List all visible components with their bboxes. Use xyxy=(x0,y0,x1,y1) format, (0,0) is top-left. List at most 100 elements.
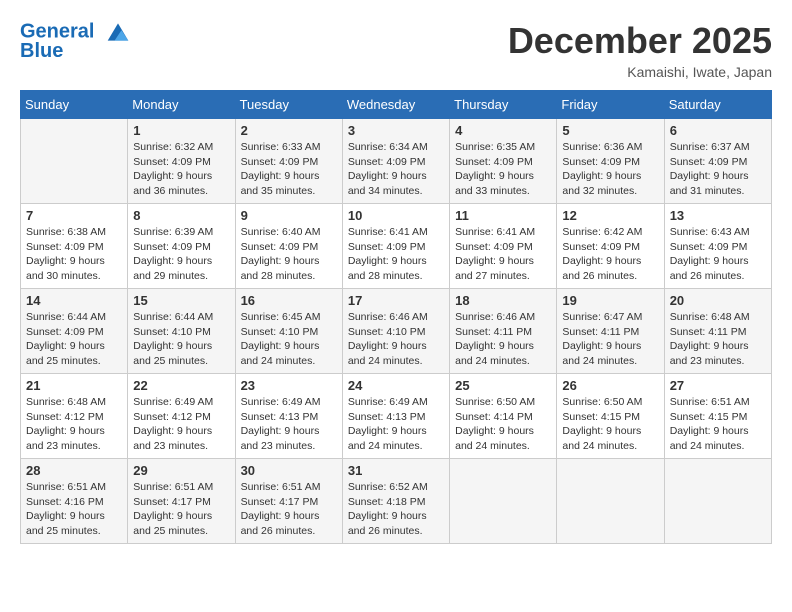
calendar-cell: 24Sunrise: 6:49 AM Sunset: 4:13 PM Dayli… xyxy=(342,374,449,459)
calendar-cell: 11 Sunrise: 6:41 AM Sunset: 4:09 PM Dayli… xyxy=(450,204,557,289)
day-info: Sunrise: 6:37 AM Sunset: 4:09 PM Dayligh… xyxy=(670,140,766,199)
day-info: Sunrise: 6:48 AM Sunset: 4:12 PM Dayligh… xyxy=(26,395,122,454)
calendar-cell: 10 Sunrise: 6:41 AM Sunset: 4:09 PM Dayli… xyxy=(342,204,449,289)
calendar-cell: 16 Sunrise: 6:45 AM Sunset: 4:10 PM Dayli… xyxy=(235,289,342,374)
day-info: Sunrise: 6:41 AM Sunset: 4:09 PM Dayligh… xyxy=(455,225,551,284)
day-number: 17 xyxy=(348,293,444,308)
calendar-cell: 13 Sunrise: 6:43 AM Sunset: 4:09 PM Dayli… xyxy=(664,204,771,289)
calendar-cell: 3 Sunrise: 6:34 AM Sunset: 4:09 PM Daylig… xyxy=(342,119,449,204)
day-number: 14 xyxy=(26,293,122,308)
day-number: 24 xyxy=(348,378,444,393)
day-info: Sunrise: 6:46 AM Sunset: 4:10 PM Dayligh… xyxy=(348,310,444,369)
day-number: 29 xyxy=(133,463,229,478)
calendar-cell: 15 Sunrise: 6:44 AM Sunset: 4:10 PM Dayli… xyxy=(128,289,235,374)
calendar-cell: 31 Sunrise: 6:52 AM Sunset: 4:18 PM Dayli… xyxy=(342,459,449,544)
page-header: General Blue December 2025 Kamaishi, Iwa… xyxy=(20,20,772,80)
calendar-cell: 5Sunrise: 6:36 AM Sunset: 4:09 PM Daylig… xyxy=(557,119,664,204)
day-number: 19 xyxy=(562,293,658,308)
title-block: December 2025 Kamaishi, Iwate, Japan xyxy=(508,20,772,80)
day-number: 11 xyxy=(455,208,551,223)
weekday-header-tuesday: Tuesday xyxy=(235,91,342,119)
day-number: 6 xyxy=(670,123,766,138)
day-number: 2 xyxy=(241,123,337,138)
day-number: 26 xyxy=(562,378,658,393)
day-info: Sunrise: 6:44 AM Sunset: 4:10 PM Dayligh… xyxy=(133,310,229,369)
calendar-cell: 26 Sunrise: 6:50 AM Sunset: 4:15 PM Dayli… xyxy=(557,374,664,459)
calendar-cell: 19 Sunrise: 6:47 AM Sunset: 4:11 PM Dayli… xyxy=(557,289,664,374)
day-info: Sunrise: 6:48 AM Sunset: 4:11 PM Dayligh… xyxy=(670,310,766,369)
calendar-cell: 12Sunrise: 6:42 AM Sunset: 4:09 PM Dayli… xyxy=(557,204,664,289)
calendar-cell xyxy=(450,459,557,544)
day-number: 30 xyxy=(241,463,337,478)
day-info: Sunrise: 6:50 AM Sunset: 4:15 PM Dayligh… xyxy=(562,395,658,454)
day-number: 8 xyxy=(133,208,229,223)
month-title: December 2025 xyxy=(508,20,772,62)
day-info: Sunrise: 6:34 AM Sunset: 4:09 PM Dayligh… xyxy=(348,140,444,199)
calendar-cell: 9 Sunrise: 6:40 AM Sunset: 4:09 PM Daylig… xyxy=(235,204,342,289)
calendar-cell: 18 Sunrise: 6:46 AM Sunset: 4:11 PM Dayli… xyxy=(450,289,557,374)
calendar-cell: 21Sunrise: 6:48 AM Sunset: 4:12 PM Dayli… xyxy=(21,374,128,459)
day-number: 16 xyxy=(241,293,337,308)
day-number: 15 xyxy=(133,293,229,308)
day-number: 5 xyxy=(562,123,658,138)
calendar-cell: 7 Sunrise: 6:38 AM Sunset: 4:09 PM Daylig… xyxy=(21,204,128,289)
day-number: 13 xyxy=(670,208,766,223)
day-info: Sunrise: 6:51 AM Sunset: 4:17 PM Dayligh… xyxy=(241,480,337,539)
calendar-week-row: 7 Sunrise: 6:38 AM Sunset: 4:09 PM Daylig… xyxy=(21,204,772,289)
day-info: Sunrise: 6:52 AM Sunset: 4:18 PM Dayligh… xyxy=(348,480,444,539)
day-info: Sunrise: 6:51 AM Sunset: 4:16 PM Dayligh… xyxy=(26,480,122,539)
calendar-cell: 30 Sunrise: 6:51 AM Sunset: 4:17 PM Dayli… xyxy=(235,459,342,544)
day-number: 23 xyxy=(241,378,337,393)
day-number: 18 xyxy=(455,293,551,308)
day-number: 7 xyxy=(26,208,122,223)
day-info: Sunrise: 6:41 AM Sunset: 4:09 PM Dayligh… xyxy=(348,225,444,284)
calendar-cell xyxy=(21,119,128,204)
day-number: 25 xyxy=(455,378,551,393)
calendar-cell: 6 Sunrise: 6:37 AM Sunset: 4:09 PM Daylig… xyxy=(664,119,771,204)
day-number: 27 xyxy=(670,378,766,393)
calendar-cell xyxy=(557,459,664,544)
day-number: 9 xyxy=(241,208,337,223)
day-info: Sunrise: 6:33 AM Sunset: 4:09 PM Dayligh… xyxy=(241,140,337,199)
calendar-cell: 29 Sunrise: 6:51 AM Sunset: 4:17 PM Dayli… xyxy=(128,459,235,544)
weekday-header-friday: Friday xyxy=(557,91,664,119)
weekday-header-saturday: Saturday xyxy=(664,91,771,119)
day-info: Sunrise: 6:49 AM Sunset: 4:12 PM Dayligh… xyxy=(133,395,229,454)
day-info: Sunrise: 6:51 AM Sunset: 4:15 PM Dayligh… xyxy=(670,395,766,454)
location-text: Kamaishi, Iwate, Japan xyxy=(508,64,772,80)
calendar-cell: 28Sunrise: 6:51 AM Sunset: 4:16 PM Dayli… xyxy=(21,459,128,544)
day-number: 20 xyxy=(670,293,766,308)
day-info: Sunrise: 6:51 AM Sunset: 4:17 PM Dayligh… xyxy=(133,480,229,539)
calendar-week-row: 1 Sunrise: 6:32 AM Sunset: 4:09 PM Daylig… xyxy=(21,119,772,204)
calendar-week-row: 14Sunrise: 6:44 AM Sunset: 4:09 PM Dayli… xyxy=(21,289,772,374)
day-info: Sunrise: 6:47 AM Sunset: 4:11 PM Dayligh… xyxy=(562,310,658,369)
calendar-cell: 20 Sunrise: 6:48 AM Sunset: 4:11 PM Dayli… xyxy=(664,289,771,374)
day-info: Sunrise: 6:42 AM Sunset: 4:09 PM Dayligh… xyxy=(562,225,658,284)
calendar-cell: 1 Sunrise: 6:32 AM Sunset: 4:09 PM Daylig… xyxy=(128,119,235,204)
day-info: Sunrise: 6:49 AM Sunset: 4:13 PM Dayligh… xyxy=(241,395,337,454)
calendar-cell: 25Sunrise: 6:50 AM Sunset: 4:14 PM Dayli… xyxy=(450,374,557,459)
day-info: Sunrise: 6:39 AM Sunset: 4:09 PM Dayligh… xyxy=(133,225,229,284)
day-info: Sunrise: 6:40 AM Sunset: 4:09 PM Dayligh… xyxy=(241,225,337,284)
day-info: Sunrise: 6:38 AM Sunset: 4:09 PM Dayligh… xyxy=(26,225,122,284)
day-number: 3 xyxy=(348,123,444,138)
weekday-header-thursday: Thursday xyxy=(450,91,557,119)
day-number: 4 xyxy=(455,123,551,138)
weekday-header-monday: Monday xyxy=(128,91,235,119)
weekday-header-wednesday: Wednesday xyxy=(342,91,449,119)
day-number: 22 xyxy=(133,378,229,393)
day-number: 31 xyxy=(348,463,444,478)
calendar-cell: 17 Sunrise: 6:46 AM Sunset: 4:10 PM Dayli… xyxy=(342,289,449,374)
calendar-week-row: 28Sunrise: 6:51 AM Sunset: 4:16 PM Dayli… xyxy=(21,459,772,544)
day-info: Sunrise: 6:43 AM Sunset: 4:09 PM Dayligh… xyxy=(670,225,766,284)
day-info: Sunrise: 6:35 AM Sunset: 4:09 PM Dayligh… xyxy=(455,140,551,199)
day-info: Sunrise: 6:32 AM Sunset: 4:09 PM Dayligh… xyxy=(133,140,229,199)
day-number: 10 xyxy=(348,208,444,223)
calendar-cell: 4 Sunrise: 6:35 AM Sunset: 4:09 PM Daylig… xyxy=(450,119,557,204)
calendar-cell: 22 Sunrise: 6:49 AM Sunset: 4:12 PM Dayli… xyxy=(128,374,235,459)
day-info: Sunrise: 6:45 AM Sunset: 4:10 PM Dayligh… xyxy=(241,310,337,369)
day-number: 1 xyxy=(133,123,229,138)
calendar-cell: 8 Sunrise: 6:39 AM Sunset: 4:09 PM Daylig… xyxy=(128,204,235,289)
day-info: Sunrise: 6:46 AM Sunset: 4:11 PM Dayligh… xyxy=(455,310,551,369)
calendar-table: SundayMondayTuesdayWednesdayThursdayFrid… xyxy=(20,90,772,544)
